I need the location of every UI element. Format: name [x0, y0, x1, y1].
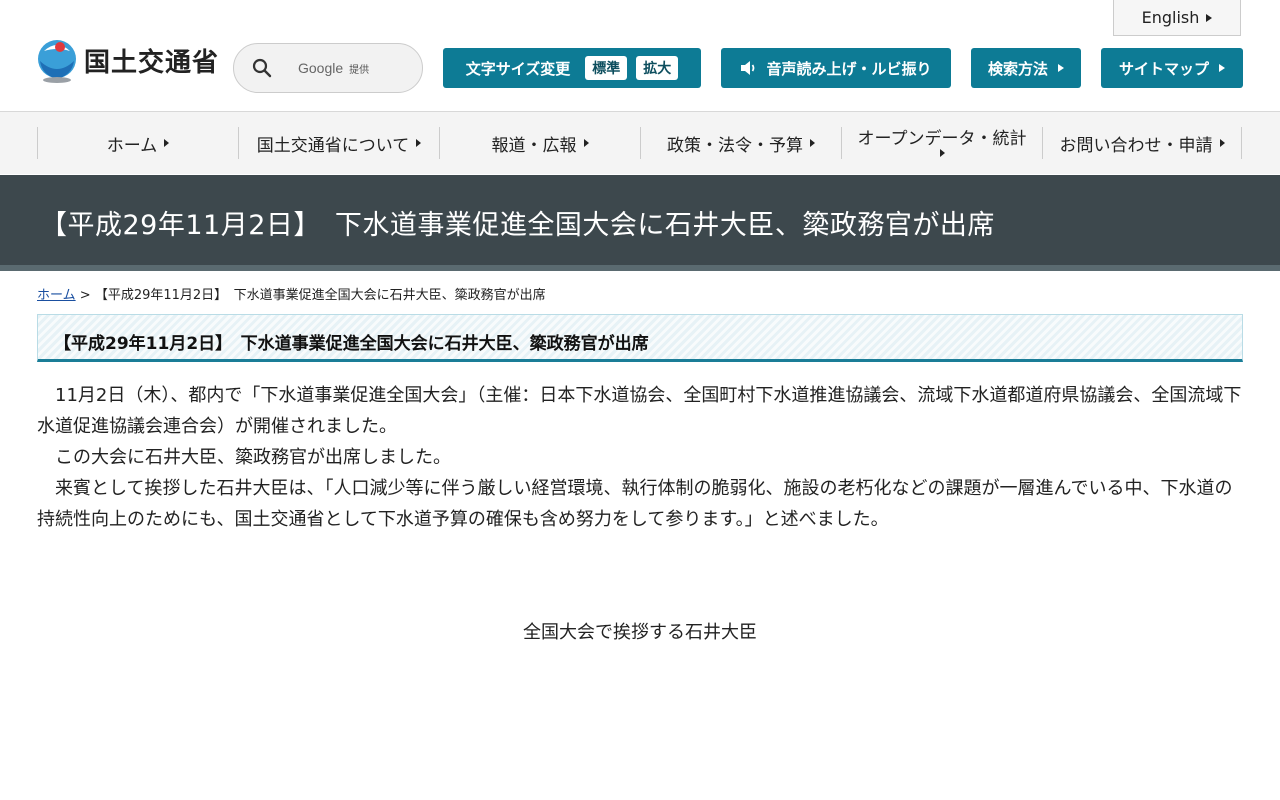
- font-size-large-button[interactable]: 拡大: [636, 56, 679, 80]
- search-icon[interactable]: [252, 58, 272, 78]
- nav-item-label: ホーム: [106, 135, 158, 156]
- mlit-logo-icon: [38, 40, 76, 83]
- nav-divider: [1241, 127, 1242, 159]
- triangle-right-icon: [1219, 139, 1225, 147]
- nav-item-about[interactable]: 国土交通省について: [238, 127, 439, 159]
- nav-item-press[interactable]: 報道・広報: [439, 127, 640, 159]
- nav-item-label: オープンデータ・統計: [857, 129, 1027, 149]
- triangle-right-icon: [583, 139, 589, 147]
- search-method-label: 検索方法: [987, 59, 1048, 78]
- triangle-right-icon: [1206, 13, 1213, 22]
- nav-item-label: 報道・広報: [491, 135, 577, 156]
- english-link[interactable]: English: [1113, 0, 1241, 36]
- article-paragraph: 11月2日（木）、都内で「下水道事業促進全国大会」（主催：日本下水道協会、全国町…: [37, 385, 1242, 437]
- triangle-right-icon: [164, 139, 170, 147]
- article-heading: 【平成29年11月2日】 下水道事業促進全国大会に石井大臣、簗政務官が出席: [54, 334, 649, 354]
- page-title-banner: 【平成29年11月2日】 下水道事業促進全国大会に石井大臣、簗政務官が出席: [0, 175, 1280, 271]
- english-label: English: [1141, 8, 1200, 27]
- logo-text: 国土交通省: [84, 47, 220, 78]
- google-provided-label: Google 提供: [298, 60, 369, 76]
- font-size-standard-button[interactable]: 標準: [585, 56, 628, 80]
- sitemap-button[interactable]: サイトマップ: [1101, 48, 1243, 88]
- breadcrumb-home-link[interactable]: ホーム: [37, 288, 76, 303]
- triangle-right-icon: [1058, 64, 1064, 72]
- speaker-icon: [741, 61, 755, 75]
- provided-label: 提供: [349, 65, 370, 76]
- article-paragraph: 来賓として挨拶した石井大臣は、「人口減少等に伴う厳しい経営環境、執行体制の脆弱化…: [37, 478, 1233, 530]
- nav-item-home[interactable]: ホーム: [37, 127, 238, 159]
- site-logo[interactable]: 国土交通省: [36, 37, 219, 83]
- triangle-right-icon: [416, 139, 422, 147]
- breadcrumb-separator: >: [79, 288, 91, 303]
- triangle-right-icon: [810, 139, 815, 147]
- nav-item-label: お問い合わせ・申請: [1059, 135, 1213, 156]
- article-heading-box: 【平成29年11月2日】 下水道事業促進全国大会に石井大臣、簗政務官が出席: [37, 314, 1243, 362]
- google-brand: Google: [298, 60, 344, 76]
- font-size-control: 文字サイズ変更 標準 拡大: [443, 48, 701, 88]
- nav-item-open-data[interactable]: オープンデータ・統計: [841, 127, 1042, 159]
- speech-ruby-label: 音声読み上げ・ルビ振り: [766, 59, 932, 78]
- site-header: English 国土交通省 Google 提供 文字サイズ変更 標準 拡大 音声読…: [0, 0, 1280, 112]
- search-method-button[interactable]: 検索方法: [971, 48, 1081, 88]
- triangle-right-icon: [939, 149, 945, 157]
- sitemap-label: サイトマップ: [1118, 59, 1209, 78]
- article-paragraph: この大会に石井大臣、簗政務官が出席しました。: [37, 447, 451, 468]
- breadcrumb-current: 【平成29年11月2日】 下水道事業促進全国大会に石井大臣、簗政務官が出席: [94, 288, 546, 303]
- nav-item-label: 国土交通省について: [256, 135, 410, 156]
- nav-item-contact[interactable]: お問い合わせ・申請: [1042, 127, 1241, 159]
- photo-caption: 全国大会で挨拶する石井大臣: [523, 622, 757, 643]
- page-title: 【平成29年11月2日】 下水道事業促進全国大会に石井大臣、簗政務官が出席: [40, 210, 995, 241]
- global-nav: ホーム 国土交通省について 報道・広報 政策・法令・予算 オープンデータ・統計 …: [0, 112, 1280, 174]
- triangle-right-icon: [1219, 64, 1225, 72]
- article-body: 11月2日（木）、都内で「下水道事業促進全国大会」（主催：日本下水道協会、全国町…: [37, 380, 1247, 535]
- site-search[interactable]: Google 提供: [233, 43, 423, 93]
- nav-item-label: 政策・法令・予算: [667, 135, 803, 156]
- nav-item-policy[interactable]: 政策・法令・予算: [640, 127, 841, 159]
- font-size-label: 文字サイズ変更: [465, 59, 571, 78]
- speech-ruby-button[interactable]: 音声読み上げ・ルビ振り: [721, 48, 951, 88]
- breadcrumb: ホーム > 【平成29年11月2日】 下水道事業促進全国大会に石井大臣、簗政務官…: [37, 284, 546, 303]
